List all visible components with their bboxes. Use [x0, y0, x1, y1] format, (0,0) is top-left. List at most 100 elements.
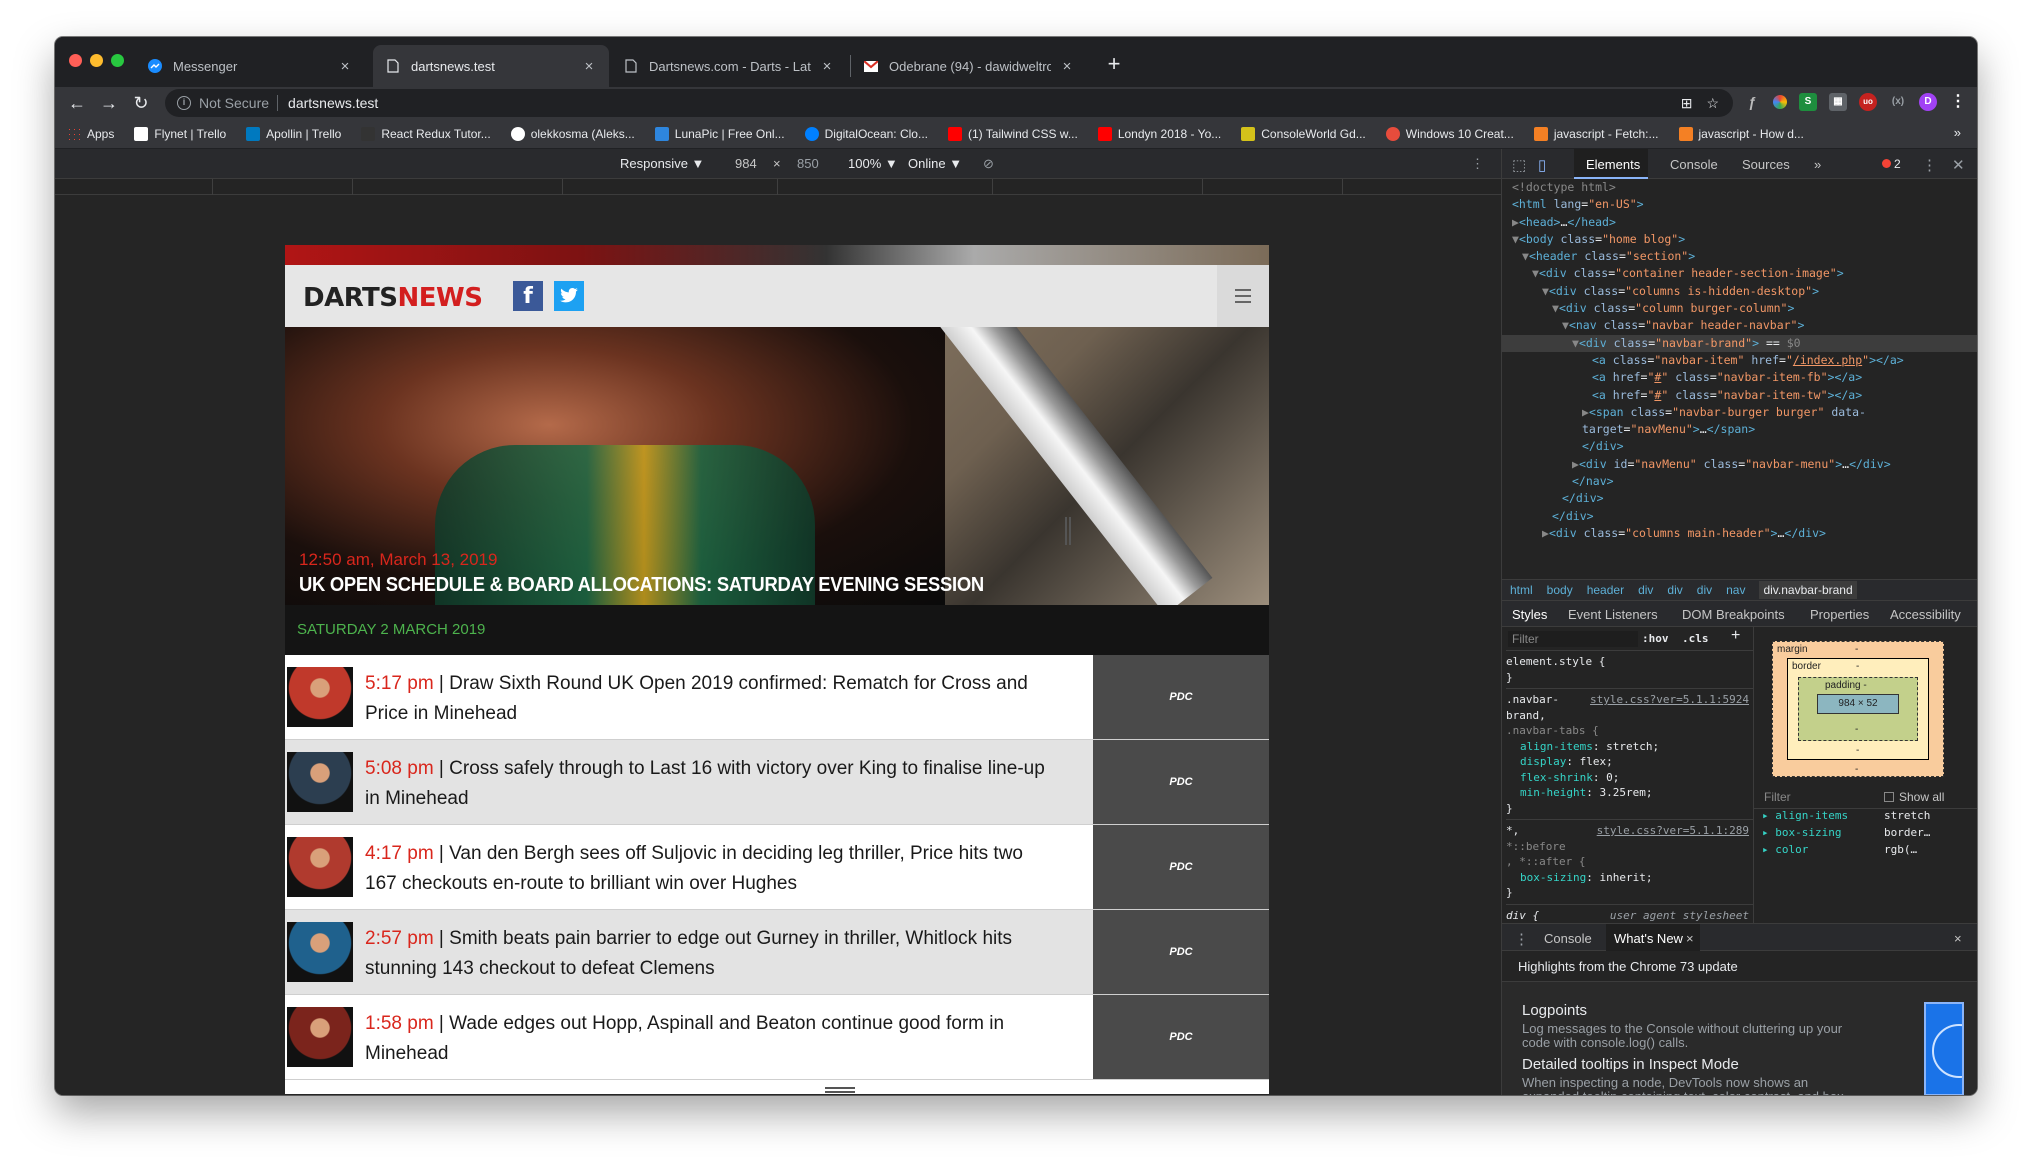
dom-tree[interactable]: <!doctype html> <html lang="en-US"> ▶<head…	[1502, 179, 1977, 579]
box-model-margin[interactable]: margin - border - padding - 984 × 52 - -…	[1772, 641, 1944, 777]
css-property[interactable]: flex-shrink	[1520, 771, 1593, 784]
padding-bottom-value[interactable]: -	[1855, 724, 1858, 735]
bookmark-consoleworld[interactable]: ConsoleWorld Gd...	[1241, 126, 1366, 141]
bookmark-stackoverflow-fetch[interactable]: javascript - Fetch:...	[1533, 126, 1659, 141]
css-declaration[interactable]: min-height: 3.25rem;	[1506, 785, 1753, 801]
news-category-badge[interactable]: PDC	[1093, 995, 1269, 1079]
bookmark-apps[interactable]: Apps	[67, 126, 114, 141]
dom-node[interactable]: ▼<body class="home blog">	[1502, 231, 1977, 248]
computed-filter-input[interactable]: Filter	[1764, 790, 1791, 804]
tab-messenger[interactable]: Messenger ×	[135, 45, 365, 87]
news-item[interactable]: 5:17 pm | Draw Sixth Round UK Open 2019 …	[285, 655, 1269, 740]
reload-icon[interactable]: ↻	[129, 91, 153, 115]
news-category-badge[interactable]: PDC	[1093, 910, 1269, 994]
breadcrumb-item[interactable]: html	[1510, 583, 1533, 597]
border-bottom-value[interactable]: -	[1856, 745, 1859, 756]
close-devtools-icon[interactable]: ✕	[1952, 156, 1965, 174]
rule-source-link[interactable]: style.css?ver=5.1.1:289	[1597, 823, 1749, 839]
breadcrumb-item[interactable]: div	[1697, 583, 1712, 597]
news-headline[interactable]: 2:57 pm | Smith beats pain barrier to ed…	[365, 910, 1055, 994]
dom-node[interactable]: ▼<div class="navbar-brand"> == $0	[1502, 334, 1977, 352]
news-headline[interactable]: 4:17 pm | Van den Bergh sees off Suljovi…	[365, 825, 1055, 909]
tab-sources[interactable]: Sources	[1742, 157, 1790, 172]
breadcrumb-item[interactable]: div	[1667, 583, 1682, 597]
css-value[interactable]: : flex;	[1566, 755, 1612, 768]
viewport-resize-handle-bottom[interactable]	[825, 1087, 855, 1093]
css-value[interactable]: : 3.25rem;	[1586, 786, 1652, 799]
media-query-ruler[interactable]	[55, 179, 1501, 195]
dom-node[interactable]: ▼<nav class="navbar header-navbar">	[1502, 317, 1977, 334]
forward-arrow-icon[interactable]: →	[97, 91, 121, 115]
dom-node[interactable]: ▶<span class="navbar-burger burger" data…	[1502, 404, 1977, 421]
news-item[interactable]: 4:17 pm | Van den Bergh sees off Suljovi…	[285, 825, 1269, 910]
tab-dom-breakpoints[interactable]: DOM Breakpoints	[1682, 607, 1785, 622]
css-value[interactable]: : stretch;	[1593, 740, 1659, 753]
breadcrumb-item[interactable]: div	[1638, 583, 1653, 597]
whats-new-item-title[interactable]: Detailed tooltips in Inspect Mode	[1522, 1056, 1739, 1073]
tab-dartsnews-test[interactable]: dartsnews.test ×	[373, 45, 609, 87]
profile-avatar-icon[interactable]: D	[1919, 93, 1937, 111]
bookmark-lunapic[interactable]: LunaPic | Free Onl...	[654, 126, 785, 141]
news-headline[interactable]: 5:08 pm | Cross safely through to Last 1…	[365, 740, 1055, 824]
css-rule-navbar-brand[interactable]: .navbar-style.css?ver=5.1.1:5924 brand, …	[1506, 689, 1753, 820]
close-window-button[interactable]	[69, 54, 82, 67]
news-headline[interactable]: 1:58 pm | Wade edges out Hopp, Aspinall …	[365, 995, 1055, 1079]
bookmark-apollin-trello[interactable]: Apollin | Trello	[246, 126, 341, 141]
s-extension-icon[interactable]: S	[1799, 93, 1817, 111]
drawer-tab-console[interactable]: Console	[1544, 931, 1592, 946]
tab-event-listeners[interactable]: Event Listeners	[1568, 607, 1658, 622]
close-tab-icon[interactable]: ×	[337, 58, 353, 75]
ruler-segment[interactable]	[55, 179, 213, 195]
bookmark-flynet-trello[interactable]: Flynet | Trello	[134, 126, 226, 141]
address-bar[interactable]: i Not Secure dartsnews.test ⊞ ☆	[165, 89, 1733, 117]
hero-headline-link[interactable]: UK OPEN SCHEDULE & BOARD ALLOCATIONS: SA…	[299, 574, 984, 597]
dom-node[interactable]: ▼<div class="container header-section-im…	[1502, 265, 1977, 282]
dom-node[interactable]: </div>	[1502, 490, 1977, 507]
devtools-menu-icon[interactable]: ⋮	[1922, 156, 1937, 174]
computed-row[interactable]: ▸ color rgb(…	[1754, 843, 1977, 860]
whats-new-item-title[interactable]: Logpoints	[1522, 1002, 1587, 1019]
url-text[interactable]: dartsnews.test	[288, 95, 378, 111]
news-headline[interactable]: 5:17 pm | Draw Sixth Round UK Open 2019 …	[365, 655, 1055, 739]
tab-elements[interactable]: Elements	[1586, 157, 1640, 172]
computed-row[interactable]: ▸ box-sizing border…	[1754, 826, 1977, 843]
box-model-content[interactable]: 984 × 52	[1817, 694, 1899, 714]
dom-node[interactable]: ▼<div class="columns is-hidden-desktop">	[1502, 283, 1977, 300]
back-arrow-icon[interactable]: ←	[65, 91, 89, 115]
show-all-checkbox[interactable]: Show all	[1884, 790, 1944, 804]
zoom-select[interactable]: 100% ▼	[848, 156, 898, 171]
new-tab-button[interactable]: +	[1100, 51, 1128, 79]
news-title[interactable]: Smith beats pain barrier to edge out Gur…	[365, 928, 1012, 979]
css-declaration[interactable]: align-items: stretch;	[1506, 739, 1753, 755]
info-icon[interactable]: i	[177, 96, 191, 110]
ruler-segment[interactable]	[563, 179, 778, 195]
dom-node[interactable]: </div>	[1502, 438, 1977, 455]
close-tab-icon[interactable]: ×	[1059, 58, 1075, 75]
margin-top-value[interactable]: -	[1855, 644, 1858, 655]
tab-dartsnews-com[interactable]: Dartsnews.com - Darts - Lates ×	[611, 45, 847, 87]
device-height-input[interactable]: 850	[797, 156, 819, 171]
news-category-badge[interactable]: PDC	[1093, 655, 1269, 739]
breadcrumb-item[interactable]: div.navbar-brand	[1759, 581, 1857, 599]
dom-node[interactable]: target="navMenu">…</span>	[1502, 421, 1977, 438]
news-title[interactable]: Draw Sixth Round UK Open 2019 confirmed:…	[365, 673, 1028, 724]
box-model-diagram[interactable]: margin - border - padding - 984 × 52 - -…	[1754, 627, 1977, 783]
dom-node[interactable]: <!doctype html>	[1502, 179, 1977, 196]
dom-node[interactable]: ▶<div id="navMenu" class="navbar-menu">……	[1502, 456, 1977, 473]
news-title[interactable]: Cross safely through to Last 16 with vic…	[365, 758, 1045, 809]
code-extension-icon[interactable]: (x)	[1889, 93, 1907, 111]
breadcrumb-item[interactable]: header	[1587, 583, 1624, 597]
css-rule-user-agent[interactable]: div {user agent stylesheet	[1506, 905, 1753, 924]
hero-section[interactable]: DARTSNEWS f 12:50 am, March 13, 2019 UK …	[285, 245, 1269, 655]
css-value[interactable]: : inherit;	[1586, 871, 1652, 884]
class-toggle[interactable]: .cls	[1682, 631, 1709, 647]
ruler-segment[interactable]	[1203, 179, 1343, 195]
device-mode-select[interactable]: Responsive ▼	[620, 156, 704, 171]
bookmark-react-redux[interactable]: React Redux Tutor...	[361, 126, 491, 141]
css-declaration[interactable]: flex-shrink: 0;	[1506, 770, 1753, 786]
drawer-tab-whats-new[interactable]: What's New	[1614, 931, 1683, 946]
close-tab-icon[interactable]: ×	[581, 58, 597, 75]
translate-icon[interactable]: ⊞	[1681, 95, 1693, 112]
device-toggle-icon[interactable]: ▯	[1538, 156, 1546, 174]
grid-extension-icon[interactable]: ▦	[1829, 93, 1847, 111]
